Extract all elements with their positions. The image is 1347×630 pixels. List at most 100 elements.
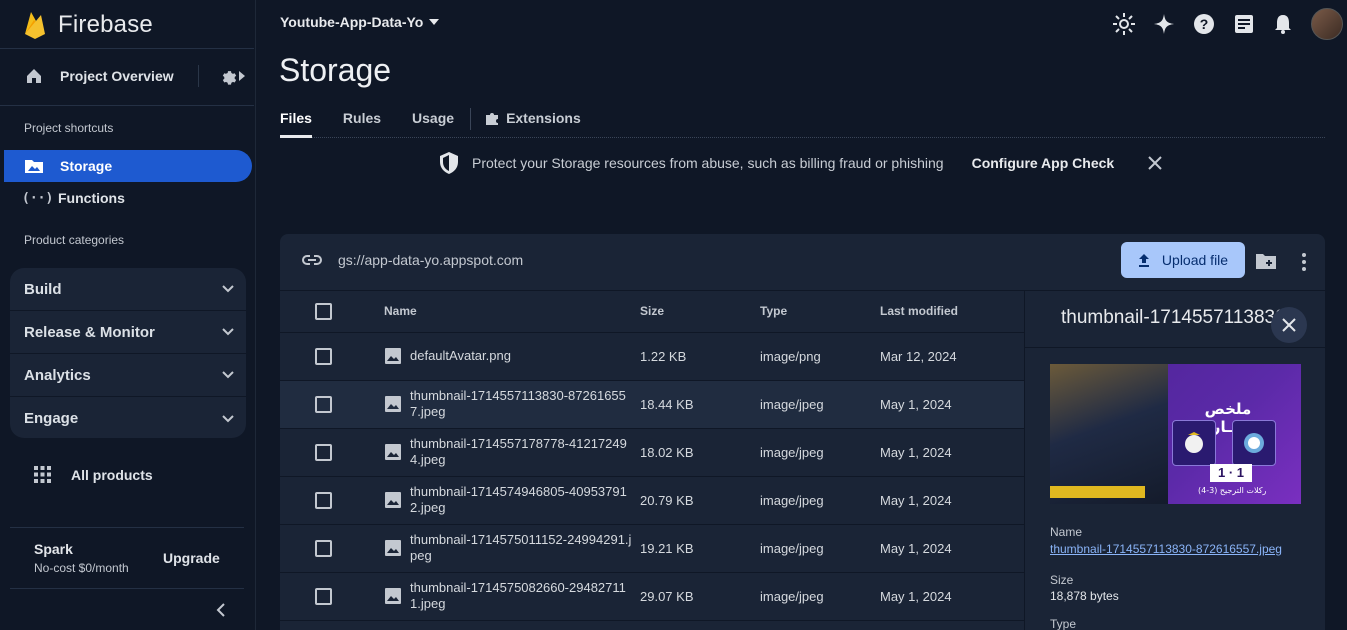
table-row[interactable]: thumbnail-1714575082660-294827111.jpeg 2…: [280, 572, 1024, 621]
image-preview[interactable]: ملخص المبـاراة 1 · 1 ركلات الترجيح (3-4): [1050, 364, 1301, 504]
help-button[interactable]: ?: [1193, 13, 1215, 35]
project-overview-link[interactable]: Project Overview: [60, 68, 174, 84]
theme-toggle-button[interactable]: [1113, 13, 1135, 35]
divider: [197, 65, 199, 87]
functions-icon: (··): [22, 190, 54, 206]
table-row[interactable]: defaultAvatar.png 1.22 KB image/png Mar …: [280, 332, 1024, 381]
table-row[interactable]: thumbnail-1714575011152-24994291.jpeg 19…: [280, 524, 1024, 573]
feedback-button[interactable]: [1233, 13, 1255, 35]
project-selector[interactable]: Youtube-App-Data-Yo: [280, 14, 440, 30]
table-row[interactable]: thumbnail-1714574946805-409537912.jpeg 2…: [280, 476, 1024, 525]
column-type[interactable]: Type: [760, 291, 880, 333]
bucket-path: gs://app-data-yo.appspot.com: [302, 252, 523, 268]
table-row[interactable]: thumbnail-1714557178778-412172494.jpeg 1…: [280, 428, 1024, 477]
sidebar-item-functions[interactable]: (··) Functions: [0, 182, 250, 214]
table-row[interactable]: thumbnail-1714557113830-872616557.jpeg 1…: [280, 380, 1024, 429]
apps-grid-icon: [34, 466, 51, 483]
file-name-cell: thumbnail-1714574946805-409537912.jpeg: [384, 476, 640, 525]
file-name[interactable]: defaultAvatar.png: [410, 348, 632, 364]
file-name[interactable]: thumbnail-1714575011152-24994291.jpeg: [410, 532, 632, 564]
plan-description: No-cost $0/month: [34, 561, 129, 575]
file-size: 19.21 KB: [640, 524, 760, 573]
tab-usage[interactable]: Usage: [412, 108, 454, 138]
chevron-down-icon: [222, 371, 234, 379]
gemini-button[interactable]: [1153, 13, 1175, 35]
file-name[interactable]: thumbnail-1714557113830-872616557.jpeg: [410, 388, 632, 420]
sidebar-item-storage[interactable]: Storage: [4, 150, 252, 182]
category-build[interactable]: Build: [10, 268, 246, 311]
column-size[interactable]: Size: [640, 291, 760, 333]
row-checkbox[interactable]: [315, 587, 332, 605]
sidebar-item-label: Storage: [60, 158, 113, 174]
notifications-button[interactable]: [1273, 13, 1293, 35]
row-checkbox[interactable]: [315, 395, 332, 413]
file-modified: May 1, 2024: [880, 524, 1024, 573]
close-details-button[interactable]: [1271, 307, 1307, 343]
settings-button[interactable]: [219, 67, 245, 85]
type-label: Type: [1050, 617, 1077, 630]
close-icon: [1282, 318, 1296, 332]
category-release-monitor[interactable]: Release & Monitor: [10, 311, 246, 354]
category-analytics[interactable]: Analytics: [10, 354, 246, 397]
image-file-icon: [385, 588, 401, 604]
firebase-brand[interactable]: Firebase: [22, 10, 153, 40]
collapse-sidebar-button[interactable]: [216, 603, 226, 617]
select-all-cell: [280, 291, 384, 333]
all-products-link[interactable]: All products: [34, 466, 153, 483]
page-title: Storage: [279, 52, 392, 88]
more-options-button[interactable]: [1302, 253, 1306, 271]
sparkle-icon: [1154, 14, 1174, 34]
chevron-down-icon: [222, 414, 234, 422]
category-engage[interactable]: Engage: [10, 397, 246, 440]
chevron-left-icon: [216, 603, 225, 617]
firebase-logo-icon: [25, 12, 45, 39]
tab-rules[interactable]: Rules: [343, 108, 381, 138]
upload-file-button[interactable]: Upload file: [1121, 242, 1245, 278]
row-checkbox[interactable]: [315, 347, 332, 365]
preview-crests: [1172, 420, 1276, 466]
file-size: 29.07 KB: [640, 572, 760, 621]
product-categories: Build Release & Monitor Analytics Engage: [10, 268, 246, 438]
row-checkbox-cell: [280, 572, 384, 621]
sidebar: Firebase Project Overview Project shortc…: [0, 0, 256, 630]
gear-icon: [222, 71, 236, 85]
upgrade-button[interactable]: Upgrade: [163, 550, 220, 566]
row-checkbox[interactable]: [315, 491, 332, 509]
configure-app-check-link[interactable]: Configure App Check: [972, 155, 1115, 171]
tab-files[interactable]: Files: [280, 108, 312, 138]
preview-subtitle: ركلات الترجيح (3-4): [1198, 486, 1267, 495]
avatar[interactable]: [1311, 8, 1343, 40]
home-icon: [27, 69, 41, 83]
column-name[interactable]: Name: [384, 291, 640, 333]
row-checkbox[interactable]: [315, 443, 332, 461]
tab-extensions[interactable]: Extensions: [485, 108, 581, 138]
row-checkbox-cell: [280, 524, 384, 573]
size-label: Size: [1050, 573, 1074, 587]
dismiss-banner-button[interactable]: [1148, 156, 1162, 170]
new-folder-button[interactable]: [1255, 252, 1277, 270]
column-last-modified[interactable]: Last modified: [880, 291, 1024, 333]
row-checkbox[interactable]: [315, 539, 332, 557]
tab-bar: Files Rules Usage Extensions: [280, 108, 1325, 138]
file-name[interactable]: thumbnail-1714575082660-294827111.jpeg: [410, 580, 632, 612]
table-header: Name Size Type Last modified: [280, 291, 1024, 333]
file-name[interactable]: thumbnail-1714574946805-409537912.jpeg: [410, 484, 632, 516]
puzzle-icon: [486, 113, 499, 125]
file-size: 18.44 KB: [640, 380, 760, 429]
files-panel: gs://app-data-yo.appspot.com Upload file…: [280, 234, 1325, 630]
file-name-link[interactable]: thumbnail-1714557113830-872616557.jpeg: [1050, 542, 1300, 556]
categories-label: Product categories: [24, 233, 125, 247]
link-icon[interactable]: [302, 255, 322, 265]
file-size: 20.79 KB: [640, 476, 760, 525]
divider: [10, 527, 244, 528]
file-name[interactable]: thumbnail-1714557178778-412172494.jpeg: [410, 436, 632, 468]
select-all-checkbox[interactable]: [315, 302, 332, 320]
bell-icon: [1275, 15, 1291, 34]
svg-text:?: ?: [1200, 16, 1209, 32]
file-type: image/png: [760, 332, 880, 381]
bucket-header: gs://app-data-yo.appspot.com Upload file: [280, 234, 1325, 291]
shield-icon: [440, 152, 458, 174]
category-label: Release & Monitor: [24, 323, 155, 341]
help-icon: ?: [1194, 14, 1214, 34]
preview-accent-strip: [1050, 486, 1145, 498]
